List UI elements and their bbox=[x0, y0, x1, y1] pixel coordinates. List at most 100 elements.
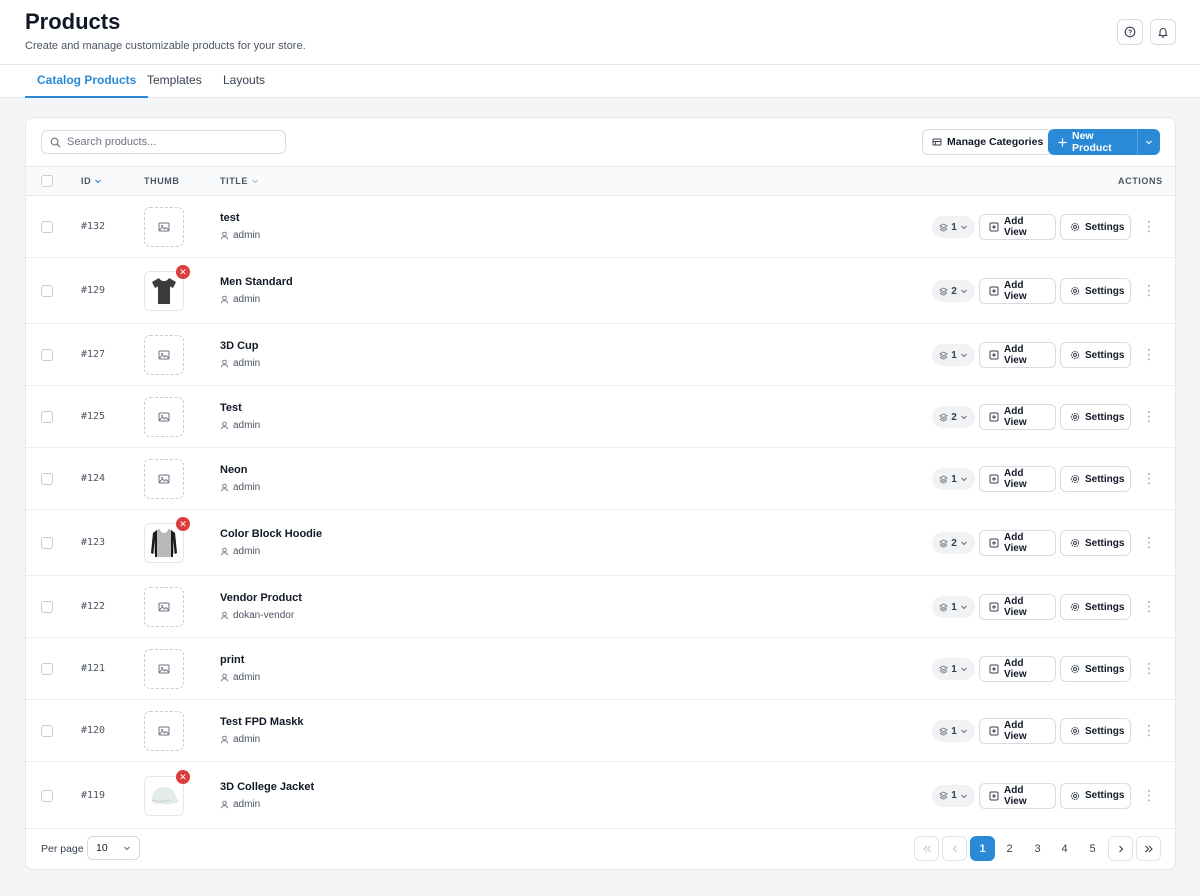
product-title[interactable]: Color Block Hoodie bbox=[220, 528, 322, 540]
product-thumbnail[interactable] bbox=[144, 459, 184, 499]
settings-button[interactable]: Settings bbox=[1060, 656, 1131, 682]
gear-icon bbox=[1070, 791, 1080, 801]
more-actions-icon[interactable]: ⋮ bbox=[1142, 471, 1156, 485]
views-dropdown[interactable]: 2 bbox=[932, 406, 975, 428]
settings-button[interactable]: Settings bbox=[1060, 466, 1131, 492]
views-dropdown[interactable]: 1 bbox=[932, 596, 975, 618]
product-thumbnail[interactable] bbox=[144, 397, 184, 437]
new-product-dropdown[interactable] bbox=[1138, 129, 1160, 155]
row-checkbox[interactable] bbox=[41, 221, 53, 233]
more-actions-icon[interactable]: ⋮ bbox=[1142, 409, 1156, 423]
product-thumbnail[interactable] bbox=[144, 335, 184, 375]
product-title[interactable]: Test FPD Maskk bbox=[220, 716, 304, 728]
search-icon bbox=[50, 137, 61, 148]
product-thumbnail[interactable]: ✕ bbox=[144, 517, 190, 563]
per-page-select[interactable]: 10 bbox=[87, 836, 140, 860]
settings-button[interactable]: Settings bbox=[1060, 404, 1131, 430]
more-actions-icon[interactable]: ⋮ bbox=[1142, 283, 1156, 297]
row-checkbox[interactable] bbox=[41, 473, 53, 485]
settings-button[interactable]: Settings bbox=[1060, 278, 1131, 304]
page-4-button[interactable]: 4 bbox=[1052, 836, 1077, 861]
column-title[interactable]: TITLE bbox=[220, 176, 259, 186]
row-checkbox[interactable] bbox=[41, 285, 53, 297]
more-actions-icon[interactable]: ⋮ bbox=[1142, 723, 1156, 737]
chevron-down-icon bbox=[960, 413, 968, 421]
more-actions-icon[interactable]: ⋮ bbox=[1142, 535, 1156, 549]
add-view-button[interactable]: Add View bbox=[979, 530, 1056, 556]
more-actions-icon[interactable]: ⋮ bbox=[1142, 219, 1156, 233]
add-view-button[interactable]: Add View bbox=[979, 342, 1056, 368]
row-checkbox[interactable] bbox=[41, 725, 53, 737]
add-view-button[interactable]: Add View bbox=[979, 278, 1056, 304]
help-button[interactable] bbox=[1117, 19, 1143, 45]
new-product-main[interactable]: New Product bbox=[1048, 129, 1138, 155]
add-view-button[interactable]: Add View bbox=[979, 214, 1056, 240]
new-product-button[interactable]: New Product bbox=[1048, 129, 1160, 155]
page-5-button[interactable]: 5 bbox=[1080, 836, 1105, 861]
select-all-checkbox[interactable] bbox=[41, 175, 53, 187]
row-checkbox[interactable] bbox=[41, 537, 53, 549]
add-view-button[interactable]: Add View bbox=[979, 718, 1056, 744]
tab-layouts[interactable]: Layouts bbox=[211, 65, 277, 98]
product-title[interactable]: Men Standard bbox=[220, 276, 293, 288]
views-dropdown[interactable]: 1 bbox=[932, 784, 975, 807]
add-view-button[interactable]: Add View bbox=[979, 404, 1056, 430]
settings-button[interactable]: Settings bbox=[1060, 530, 1131, 556]
notifications-button[interactable] bbox=[1150, 19, 1176, 45]
row-checkbox[interactable] bbox=[41, 789, 53, 802]
tab-templates[interactable]: Templates bbox=[135, 65, 214, 98]
manage-categories-button[interactable]: Manage Categories bbox=[922, 129, 1054, 155]
product-title[interactable]: Test bbox=[220, 402, 242, 414]
remove-thumbnail-button[interactable]: ✕ bbox=[176, 265, 190, 279]
page-2-button[interactable]: 2 bbox=[997, 836, 1022, 861]
views-dropdown[interactable]: 1 bbox=[932, 468, 975, 490]
product-thumbnail[interactable] bbox=[144, 207, 184, 247]
product-title[interactable]: test bbox=[220, 212, 240, 224]
product-title[interactable]: print bbox=[220, 654, 244, 666]
tab-catalog-products[interactable]: Catalog Products bbox=[25, 65, 149, 98]
add-view-button[interactable]: Add View bbox=[979, 782, 1056, 809]
product-title[interactable]: 3D College Jacket bbox=[220, 781, 314, 793]
settings-button[interactable]: Settings bbox=[1060, 718, 1131, 744]
row-checkbox[interactable] bbox=[41, 601, 53, 613]
views-dropdown[interactable]: 1 bbox=[932, 216, 975, 238]
search-input[interactable] bbox=[67, 136, 267, 148]
row-checkbox[interactable] bbox=[41, 663, 53, 675]
more-actions-icon[interactable]: ⋮ bbox=[1142, 661, 1156, 675]
column-id[interactable]: ID bbox=[81, 176, 102, 186]
product-title[interactable]: Neon bbox=[220, 464, 248, 476]
settings-button[interactable]: Settings bbox=[1060, 594, 1131, 620]
views-dropdown[interactable]: 1 bbox=[932, 720, 975, 742]
last-page-button[interactable] bbox=[1136, 836, 1161, 861]
add-view-button[interactable]: Add View bbox=[979, 466, 1056, 492]
settings-button[interactable]: Settings bbox=[1060, 342, 1131, 368]
product-thumbnail[interactable] bbox=[144, 711, 184, 751]
page-3-button[interactable]: 3 bbox=[1025, 836, 1050, 861]
prev-page-button[interactable] bbox=[942, 836, 967, 861]
remove-thumbnail-button[interactable]: ✕ bbox=[176, 517, 190, 531]
add-view-button[interactable]: Add View bbox=[979, 656, 1056, 682]
settings-button[interactable]: Settings bbox=[1060, 782, 1131, 809]
first-page-button[interactable] bbox=[914, 836, 939, 861]
product-thumbnail[interactable]: ✕ bbox=[144, 265, 190, 311]
views-dropdown[interactable]: 1 bbox=[932, 658, 975, 680]
row-checkbox[interactable] bbox=[41, 411, 53, 423]
remove-thumbnail-button[interactable]: ✕ bbox=[176, 769, 190, 784]
product-thumbnail[interactable] bbox=[144, 587, 184, 627]
product-thumbnail[interactable]: ✕ bbox=[144, 769, 190, 816]
product-thumbnail[interactable] bbox=[144, 649, 184, 689]
row-checkbox[interactable] bbox=[41, 349, 53, 361]
settings-label: Settings bbox=[1085, 663, 1125, 675]
product-title[interactable]: Vendor Product bbox=[220, 592, 302, 604]
product-title[interactable]: 3D Cup bbox=[220, 340, 259, 352]
views-dropdown[interactable]: 1 bbox=[932, 344, 975, 366]
settings-button[interactable]: Settings bbox=[1060, 214, 1131, 240]
more-actions-icon[interactable]: ⋮ bbox=[1142, 599, 1156, 613]
more-actions-icon[interactable]: ⋮ bbox=[1142, 788, 1156, 802]
page-1-button[interactable]: 1 bbox=[970, 836, 995, 861]
add-view-button[interactable]: Add View bbox=[979, 594, 1056, 620]
views-dropdown[interactable]: 2 bbox=[932, 280, 975, 302]
views-dropdown[interactable]: 2 bbox=[932, 532, 975, 554]
next-page-button[interactable] bbox=[1108, 836, 1133, 861]
more-actions-icon[interactable]: ⋮ bbox=[1142, 347, 1156, 361]
